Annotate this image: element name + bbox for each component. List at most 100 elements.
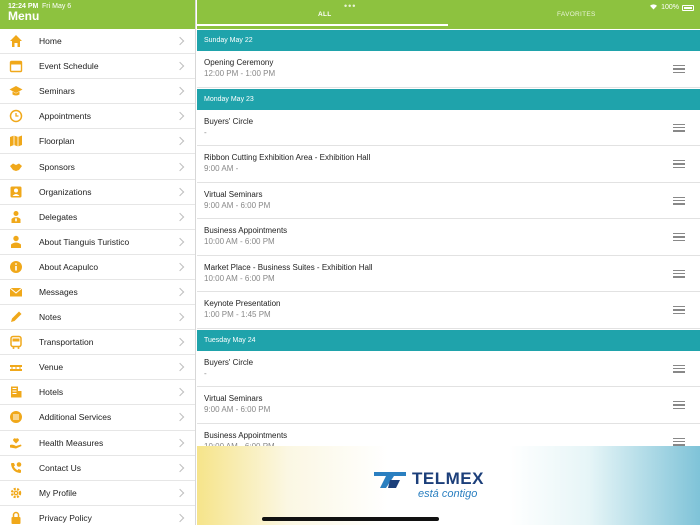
event-row[interactable]: Buyers' Circle - [197, 109, 700, 146]
sidebar-item-about-acapulco[interactable]: About Acapulco [0, 255, 195, 280]
chevron-right-icon [175, 86, 185, 96]
event-title: Business Appointments [204, 226, 288, 235]
sidebar-header: 12:24 PM Fri May 6 Menu [0, 0, 195, 29]
sidebar-item-additional-services[interactable]: Additional Services [0, 405, 195, 431]
tab-favorites[interactable]: FAVORITES [557, 11, 596, 18]
info-icon [9, 260, 23, 274]
telmex-mark-icon [374, 472, 406, 488]
chevron-right-icon [175, 488, 185, 497]
event-row[interactable]: Market Place - Business Suites - Exhibit… [197, 255, 700, 292]
tab-all[interactable]: ALL [318, 11, 332, 18]
calendar-icon [9, 59, 23, 73]
envelope-icon [9, 285, 23, 299]
brand-slogan: está contigo [418, 488, 478, 500]
list-circle-icon [9, 410, 23, 424]
person-icon [9, 235, 23, 249]
event-row[interactable]: Business Appointments 10:00 AM - 6:00 PM [197, 219, 700, 256]
gear-icon [9, 486, 23, 500]
sidebar-item-contact-us[interactable]: Contact Us [0, 456, 195, 481]
chevron-right-icon [175, 262, 185, 272]
event-row[interactable]: Virtual Seminars 9:00 AM - 6:00 PM [197, 182, 700, 219]
sidebar-item-event-schedule[interactable]: Event Schedule [0, 54, 195, 80]
sidebar-item-floorplan[interactable]: Floorplan [0, 129, 195, 155]
event-row[interactable]: Opening Ceremony 12:00 PM - 1:00 PM [197, 51, 700, 88]
sponsor-banner[interactable]: TELMEX está contigo [197, 446, 700, 525]
event-time: - [204, 127, 207, 137]
event-row[interactable]: Ribbon Cutting Exhibition Area - Exhibit… [197, 146, 700, 183]
event-title: Buyers' Circle [204, 116, 254, 126]
event-time: 10:00 AM - 6:00 PM [204, 237, 275, 246]
event-time: 10:00 AM - 6:00 PM [204, 273, 275, 283]
reorder-handle-icon[interactable] [673, 233, 685, 243]
telmex-logo: TELMEX está contigo [372, 468, 512, 508]
event-row[interactable]: Virtual Seminars 9:00 AM - 6:00 PM [197, 387, 700, 424]
reorder-handle-icon[interactable] [673, 123, 685, 134]
chevron-right-icon [175, 137, 185, 146]
sidebar-item-about-tianguis-turistico[interactable]: About Tianguis Turistico [0, 230, 195, 255]
hand-heart-icon [9, 436, 23, 450]
chevron-right-icon [175, 363, 185, 372]
sidebar-item-delegates[interactable]: Delegates [0, 205, 195, 230]
schedule-list[interactable]: Sunday May 22 Opening Ceremony 12:00 PM - … [197, 30, 700, 460]
home-icon [9, 34, 23, 48]
chevron-right-icon [175, 513, 185, 523]
sidebar-item-label: Notes [39, 312, 62, 323]
event-time: 9:00 AM - [204, 164, 239, 173]
wifi-icon [649, 3, 658, 12]
sidebar-item-label: Transportation [39, 337, 94, 348]
sidebar-item-organizations[interactable]: Organizations [0, 180, 195, 205]
day-header: Tuesday May 24 [197, 329, 700, 351]
tab-bar: ••• 100% ALL FAVORITES [197, 0, 700, 29]
brand-name: TELMEX [412, 469, 484, 488]
sidebar-item-label: Health Measures [39, 437, 104, 448]
sidebar-item-my-profile[interactable]: My Profile [0, 481, 195, 506]
sidebar-item-label: Home [39, 36, 62, 47]
reorder-handle-icon[interactable] [673, 65, 685, 75]
sidebar-item-notes[interactable]: Notes [0, 305, 195, 331]
sidebar-item-health-measures[interactable]: Health Measures [0, 431, 195, 456]
home-indicator[interactable] [262, 517, 439, 521]
sidebar-item-transportation[interactable]: Transportation [0, 330, 195, 356]
bus-icon [9, 335, 23, 350]
sidebar-item-label: About Tianguis Turistico [39, 236, 130, 247]
sidebar-item-venue[interactable]: Venue [0, 355, 195, 381]
sidebar-item-label: Seminars [39, 86, 75, 97]
sidebar-item-label: Sponsors [39, 161, 75, 172]
status-battery: 100% [649, 3, 694, 12]
venue-icon [9, 360, 23, 374]
id-card-icon [9, 185, 23, 199]
sidebar-item-appointments[interactable]: Appointments [0, 104, 195, 130]
sidebar-item-label: Additional Services [39, 412, 112, 423]
building-icon [9, 385, 23, 399]
reorder-handle-icon[interactable] [673, 269, 685, 280]
event-row[interactable]: Keynote Presentation 1:00 PM - 1:45 PM [197, 292, 700, 329]
sidebar-item-hotels[interactable]: Hotels [0, 380, 195, 406]
event-title: Opening Ceremony [204, 58, 274, 67]
sidebar-item-label: Messages [39, 286, 78, 297]
sidebar-item-home[interactable]: Home [0, 29, 195, 55]
chevron-right-icon [175, 413, 185, 422]
chevron-right-icon [175, 463, 185, 472]
sidebar-item-sponsors[interactable]: Sponsors [0, 154, 195, 180]
reorder-handle-icon[interactable] [673, 401, 685, 411]
sidebar-item-messages[interactable]: Messages [0, 280, 195, 306]
battery-icon [682, 4, 694, 11]
chevron-right-icon [175, 112, 185, 121]
reorder-handle-icon[interactable] [673, 364, 685, 375]
event-row[interactable]: Buyers' Circle - [197, 350, 700, 387]
chevron-right-icon [175, 438, 185, 447]
graduation-cap-icon [9, 84, 23, 98]
pencil-icon [9, 310, 23, 324]
chevron-right-icon [175, 388, 185, 397]
handshake-icon [9, 160, 23, 174]
chevron-right-icon [175, 337, 185, 347]
sidebar-item-seminars[interactable]: Seminars [0, 79, 195, 105]
event-time: 12:00 PM - 1:00 PM [204, 69, 276, 78]
event-title: Buyers' Circle [204, 357, 254, 367]
reorder-handle-icon[interactable] [673, 306, 685, 316]
reorder-handle-icon[interactable] [673, 196, 685, 207]
multitask-dots[interactable]: ••• [344, 1, 356, 11]
sidebar-item-privacy-policy[interactable]: Privacy Policy [0, 506, 195, 525]
reorder-handle-icon[interactable] [673, 160, 685, 170]
clock-icon [9, 109, 23, 123]
